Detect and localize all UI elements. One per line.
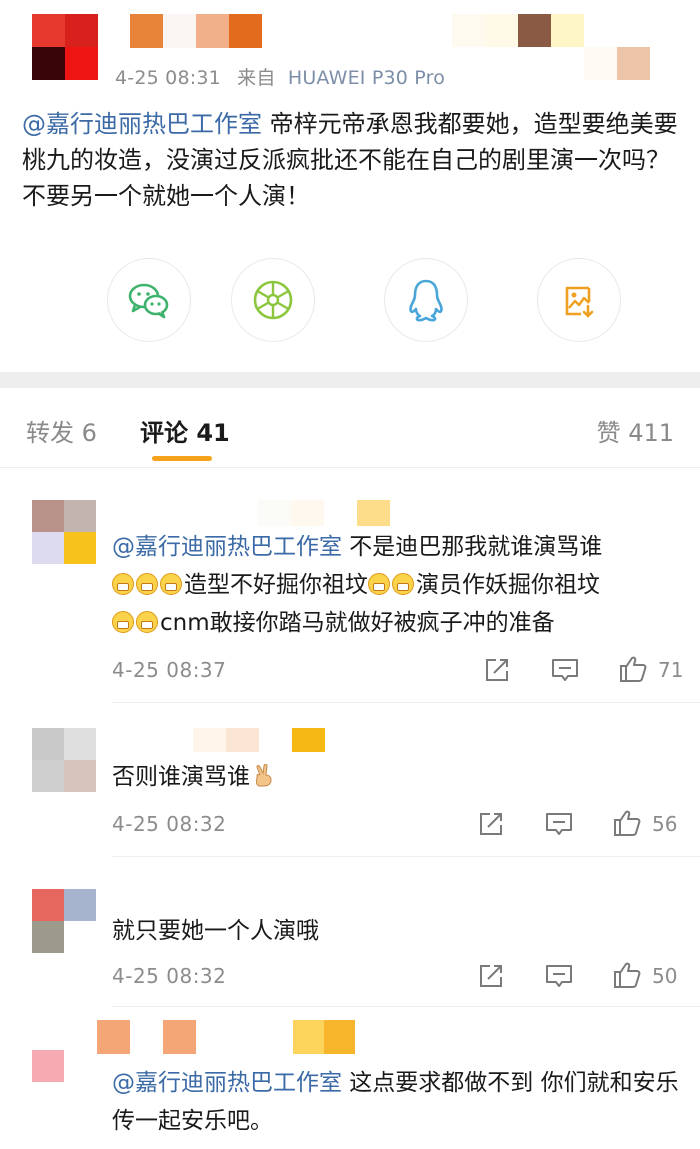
comment-time: 4-25 08:37 bbox=[112, 658, 227, 682]
comment-text: 否则谁演骂谁 bbox=[112, 758, 682, 796]
thumbs-up-icon bbox=[620, 656, 647, 682]
grin-emoji bbox=[112, 611, 134, 633]
victory-hand-emoji bbox=[255, 764, 272, 787]
grin-emoji bbox=[160, 573, 182, 595]
repost-icon bbox=[480, 813, 502, 835]
comment-separator bbox=[112, 702, 700, 703]
comment-username[interactable] bbox=[258, 500, 390, 526]
comment-text: 就只要她一个人演哦 bbox=[112, 912, 682, 950]
grin-emoji bbox=[392, 573, 414, 595]
comment-separator bbox=[112, 856, 700, 857]
tab-likes[interactable]: 赞 411 bbox=[597, 413, 674, 448]
comment-avatar[interactable] bbox=[32, 889, 96, 953]
like-count: 56 bbox=[652, 812, 678, 836]
like-button[interactable] bbox=[612, 960, 642, 990]
reply-button[interactable] bbox=[550, 656, 580, 684]
wechat-icon bbox=[128, 283, 169, 319]
comment-username[interactable] bbox=[193, 728, 325, 752]
reply-button[interactable] bbox=[544, 962, 574, 990]
qq-icon bbox=[409, 279, 443, 322]
comment-icon bbox=[552, 659, 578, 681]
comment-username[interactable] bbox=[97, 1020, 357, 1054]
comment-text-part: 否则谁演骂谁 bbox=[112, 764, 250, 790]
repost-button[interactable] bbox=[477, 962, 505, 990]
like-button[interactable] bbox=[618, 654, 648, 684]
grin-emoji bbox=[368, 573, 390, 595]
post-mention[interactable]: @嘉行迪丽热巴工作室 bbox=[22, 110, 262, 138]
comment-avatar[interactable] bbox=[32, 1050, 96, 1114]
repost-button[interactable] bbox=[477, 810, 505, 838]
repost-icon bbox=[486, 659, 508, 681]
poster-avatar[interactable] bbox=[32, 14, 98, 80]
tab-comments[interactable]: 评论 41 bbox=[140, 413, 230, 448]
comment-time: 4-25 08:32 bbox=[112, 964, 227, 988]
comment-icon bbox=[546, 813, 572, 835]
thumbs-up-icon bbox=[614, 962, 641, 988]
comment-avatar[interactable] bbox=[32, 500, 96, 564]
poster-badges bbox=[452, 14, 652, 80]
post-content: @嘉行迪丽热巴工作室 帝梓元帝承恩我都要她，造型要绝美要桃九的妆造，没演过反派疯… bbox=[22, 106, 682, 214]
comment-mention[interactable]: @嘉行迪丽热巴工作室 bbox=[112, 534, 342, 560]
comment-text: @嘉行迪丽热巴工作室 不是迪巴那我就谁演骂谁 造型不好掘你祖坟 演员作妖掘你祖坟 … bbox=[112, 528, 682, 642]
repost-icon bbox=[480, 965, 502, 987]
comment-time: 4-25 08:32 bbox=[112, 812, 227, 836]
share-moments-button[interactable] bbox=[231, 258, 315, 342]
post-time: 4-25 08:31 bbox=[115, 67, 221, 89]
moments-icon bbox=[253, 280, 293, 320]
grin-emoji bbox=[136, 611, 158, 633]
tab-separator bbox=[0, 467, 700, 468]
save-image-icon bbox=[565, 286, 594, 318]
poster-name[interactable] bbox=[130, 14, 262, 48]
like-count: 71 bbox=[658, 658, 684, 682]
source-prefix: 来自 bbox=[237, 67, 276, 89]
grin-emoji bbox=[112, 573, 134, 595]
comment-text-part: 不是迪巴那我就谁演骂谁 bbox=[342, 534, 603, 560]
comment-separator bbox=[112, 1006, 700, 1007]
comment-mention[interactable]: @嘉行迪丽热巴工作室 bbox=[112, 1070, 342, 1096]
share-qq-button[interactable] bbox=[384, 258, 468, 342]
comment-text: @嘉行迪丽热巴工作室 这点要求都做不到 你们就和安乐传一起安乐吧。 bbox=[112, 1064, 682, 1140]
comment-text-part: 就只要她一个人演哦 bbox=[112, 918, 319, 944]
thumbs-up-icon bbox=[614, 810, 641, 836]
section-divider bbox=[0, 372, 700, 388]
like-count: 50 bbox=[652, 964, 678, 988]
source-device[interactable]: HUAWEI P30 Pro bbox=[288, 67, 445, 89]
comment-text-part: 演员作妖掘你祖坟 bbox=[416, 572, 600, 598]
comment-text-part: 造型不好掘你祖坟 bbox=[184, 572, 368, 598]
comment-avatar[interactable] bbox=[32, 728, 96, 792]
like-button[interactable] bbox=[612, 808, 642, 838]
post-meta: 4-25 08:31 来自 HUAWEI P30 Pro bbox=[115, 63, 445, 90]
share-wechat-button[interactable] bbox=[107, 258, 191, 342]
tab-repost[interactable]: 转发 6 bbox=[26, 413, 97, 448]
repost-button[interactable] bbox=[483, 656, 511, 684]
save-image-button[interactable] bbox=[537, 258, 621, 342]
comment-icon bbox=[546, 965, 572, 987]
comment-text-part: cnm敢接你踏马就做好被疯子冲的准备 bbox=[160, 610, 555, 636]
reply-button[interactable] bbox=[544, 810, 574, 838]
active-tab-indicator bbox=[152, 456, 212, 461]
grin-emoji bbox=[136, 573, 158, 595]
